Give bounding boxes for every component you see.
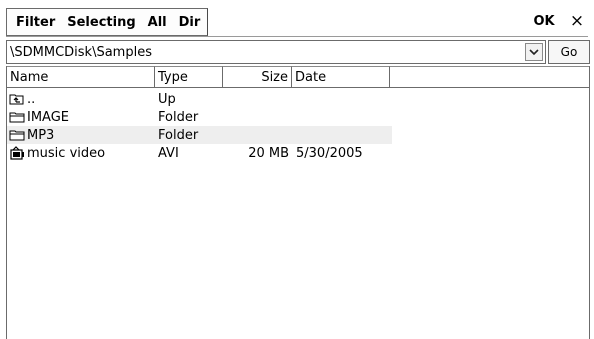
- list-item-up[interactable]: .. Up: [7, 90, 392, 108]
- file-name: music video: [27, 145, 106, 161]
- file-type: Folder: [158, 109, 199, 125]
- column-header-type[interactable]: Type: [155, 66, 223, 88]
- file-type: AVI: [158, 145, 179, 161]
- ok-button[interactable]: OK: [530, 8, 558, 34]
- list-header: Name Type Size Date: [7, 66, 589, 88]
- menu-bar: Filter Selecting All Dir: [6, 8, 209, 36]
- menu-selecting[interactable]: Selecting: [61, 9, 141, 35]
- folder-icon: [9, 128, 25, 142]
- file-size: 20 MB: [248, 145, 289, 161]
- file-name: ..: [27, 91, 36, 107]
- up-folder-icon: [9, 92, 25, 106]
- column-header-name[interactable]: Name: [7, 66, 155, 88]
- menu-filter[interactable]: Filter: [7, 9, 61, 35]
- file-date: 5/30/2005: [296, 145, 363, 161]
- close-button[interactable]: ×: [565, 8, 589, 34]
- folder-icon: [9, 110, 25, 124]
- list-item-music-video[interactable]: music video AVI 20 MB 5/30/2005: [7, 144, 392, 162]
- path-combobox[interactable]: \SDMMCDisk\Samples: [6, 40, 546, 64]
- file-type: Folder: [158, 127, 199, 143]
- list-item-mp3[interactable]: MP3 Folder: [7, 126, 392, 144]
- file-browser-window: Filter Selecting All Dir OK × \SDMMCDisk…: [0, 0, 594, 339]
- go-button[interactable]: Go: [548, 40, 590, 64]
- file-list[interactable]: Name Type Size Date .. Up IMAGE Folder M…: [6, 66, 590, 339]
- chevron-down-icon[interactable]: [525, 43, 543, 61]
- toolbar-divider: [6, 36, 588, 37]
- menu-dir[interactable]: Dir: [173, 9, 208, 35]
- file-type: Up: [158, 91, 176, 107]
- column-header-date[interactable]: Date: [292, 66, 390, 88]
- column-header-size[interactable]: Size: [223, 66, 292, 88]
- file-name: IMAGE: [27, 109, 70, 125]
- column-header-filler: [390, 66, 589, 88]
- file-name: MP3: [27, 127, 55, 143]
- list-item-image[interactable]: IMAGE Folder: [7, 108, 392, 126]
- list-rows: .. Up IMAGE Folder MP3 Folder music vide…: [7, 90, 392, 162]
- menu-all[interactable]: All: [142, 9, 173, 35]
- path-input[interactable]: \SDMMCDisk\Samples: [7, 45, 152, 60]
- video-file-icon: [9, 146, 25, 160]
